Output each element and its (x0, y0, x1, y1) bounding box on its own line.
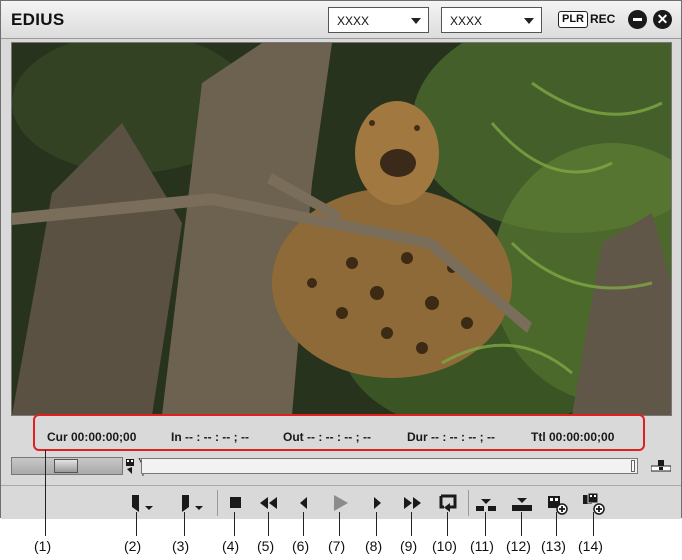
player-window: EDIUS XXXX XXXX PLR REC ✕ Cur 00:00:00;0… (0, 0, 682, 519)
add-to-bin-button[interactable] (542, 490, 572, 516)
callout-label-10: (10) (432, 538, 457, 554)
callout-label-1: (1) (34, 538, 52, 554)
play-icon (334, 495, 348, 511)
zoom-icon[interactable] (650, 459, 672, 478)
callout-line-8 (376, 512, 377, 536)
callout-line-4 (234, 512, 235, 536)
callout-label-3: (3) (172, 538, 190, 554)
chevron-down-icon (411, 18, 421, 24)
video-frame-image (12, 43, 671, 415)
callout-label-5: (5) (257, 538, 275, 554)
callout-label-11: (11) (470, 538, 494, 554)
callout-line-6 (303, 512, 304, 536)
callout-line-13 (556, 512, 557, 536)
play-button[interactable] (325, 490, 355, 516)
previous-frame-button[interactable] (289, 490, 319, 516)
stop-icon (230, 497, 241, 508)
set-out-point-button[interactable] (171, 490, 203, 516)
out-point-icon (182, 495, 203, 512)
callout-label-4: (4) (222, 538, 240, 554)
fast-forward-icon (404, 497, 421, 509)
callout-label-9: (9) (400, 538, 418, 554)
app-title: EDIUS (11, 10, 65, 29)
stop-button[interactable] (220, 490, 250, 516)
next-frame-icon (374, 497, 381, 509)
fast-forward-button[interactable] (397, 490, 427, 516)
preset-dropdown-1[interactable]: XXXX (328, 7, 429, 33)
toolbar-divider (217, 490, 218, 516)
preset-dropdown-2-value: XXXX (450, 14, 483, 28)
callout-line-7 (339, 512, 340, 536)
callout-label-7: (7) (328, 538, 346, 554)
playback-toolbar (1, 485, 681, 519)
rec-button[interactable]: REC (590, 12, 615, 26)
close-icon: ✕ (656, 11, 669, 27)
insert-to-timeline-button[interactable] (471, 490, 501, 516)
in-point-icon (132, 495, 153, 512)
callout-label-14: (14) (578, 538, 603, 554)
callout-line-3 (184, 512, 185, 536)
preset-dropdown-2[interactable]: XXXX (441, 7, 542, 33)
rewind-icon (260, 497, 277, 509)
loop-playback-button[interactable] (433, 490, 463, 516)
shuttle-knob[interactable] (54, 459, 78, 473)
preset-dropdown-1-value: XXXX (337, 14, 370, 28)
add-bin-icon (548, 496, 568, 515)
title-bar: EDIUS XXXX XXXX PLR REC ✕ (1, 1, 681, 39)
callout-label-6: (6) (292, 538, 310, 554)
plr-button[interactable]: PLR (558, 11, 588, 28)
callout-line-2 (136, 512, 137, 536)
previous-frame-icon (300, 497, 307, 509)
chevron-down-icon (524, 18, 534, 24)
minimize-button[interactable] (628, 10, 647, 29)
callout-line-9 (411, 512, 412, 536)
add-clip-icon (583, 492, 605, 515)
callout-line-5 (268, 512, 269, 536)
next-frame-button[interactable] (362, 490, 392, 516)
overwrite-icon (512, 498, 532, 511)
overwrite-to-timeline-button[interactable] (507, 490, 537, 516)
insert-icon (476, 499, 496, 511)
position-controls (1, 453, 681, 483)
callout-label-12: (12) (506, 538, 531, 554)
callout-label-8: (8) (365, 538, 383, 554)
callout-label-13: (13) (541, 538, 566, 554)
video-preview (12, 43, 671, 415)
callout-line-12 (521, 512, 522, 536)
timecode-highlight-box (33, 414, 645, 451)
position-bar[interactable] (141, 458, 638, 474)
rewind-button[interactable] (254, 490, 284, 516)
callout-line-10 (447, 512, 448, 536)
callout-label-2: (2) (124, 538, 142, 554)
toolbar-divider (468, 490, 469, 516)
callout-line-11 (485, 512, 486, 536)
callout-line-14 (593, 512, 594, 536)
position-bar-end (631, 460, 635, 472)
add-clip-button[interactable] (579, 490, 609, 516)
close-button[interactable]: ✕ (653, 10, 672, 29)
callout-line-1 (45, 450, 46, 536)
minimize-icon (633, 18, 642, 21)
loop-icon (439, 494, 457, 512)
shuttle-slider[interactable] (11, 457, 123, 475)
